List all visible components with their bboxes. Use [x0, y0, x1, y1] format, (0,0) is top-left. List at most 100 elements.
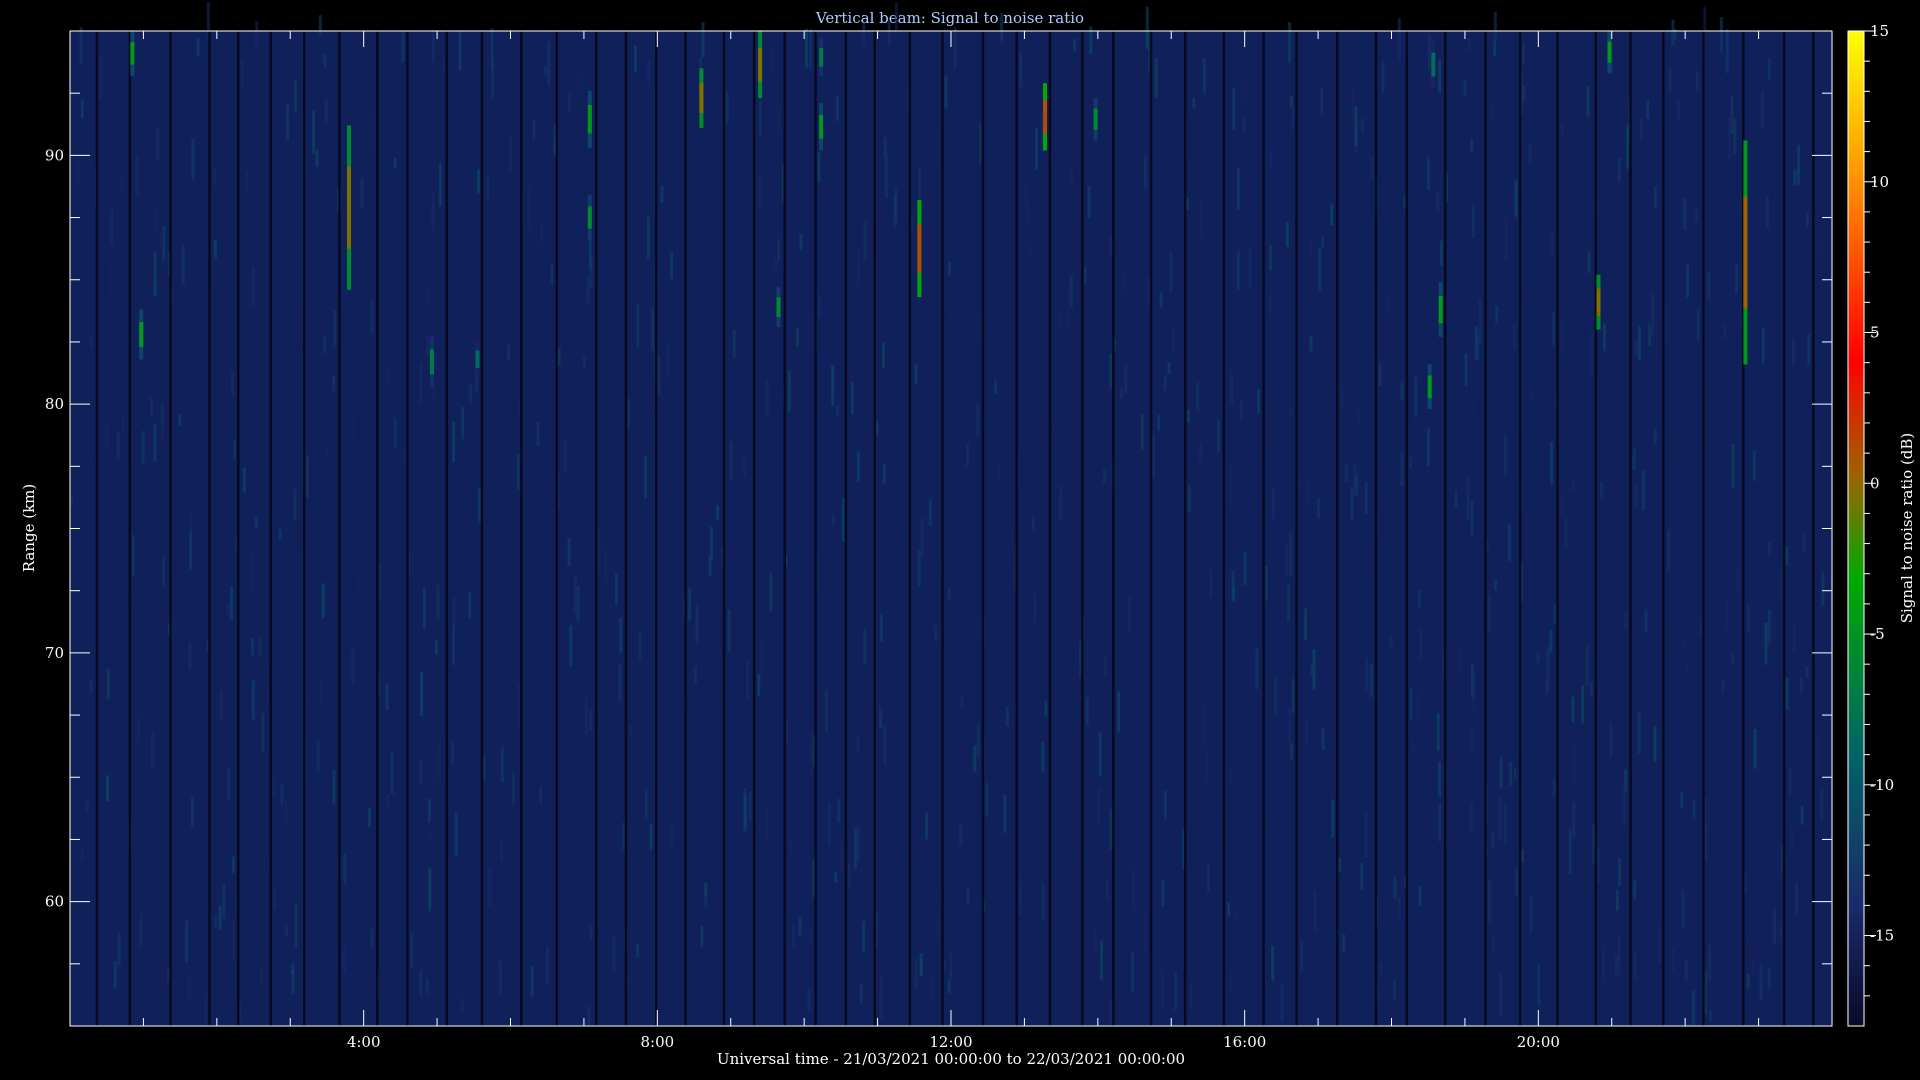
- noise-speck: [701, 22, 705, 58]
- noise-speck: [390, 752, 394, 794]
- noise-speck: [1019, 51, 1023, 88]
- noise-speck: [468, 592, 472, 619]
- noise-speck: [1683, 636, 1687, 647]
- noise-speck: [276, 398, 280, 413]
- noise-speck: [438, 741, 442, 779]
- noise-speck: [428, 798, 431, 823]
- noise-speck: [1634, 485, 1638, 507]
- noise-speck: [1234, 908, 1238, 925]
- noise-speck: [189, 529, 192, 570]
- x-tick-label: 20:00: [1517, 1033, 1560, 1051]
- noise-speck: [1504, 217, 1508, 261]
- noise-speck: [255, 21, 259, 51]
- noise-speck: [211, 905, 215, 919]
- noise-speck: [1513, 769, 1517, 780]
- noise-speck: [1653, 428, 1657, 445]
- noise-speck: [825, 690, 828, 733]
- data-gap: [376, 31, 379, 1026]
- noise-speck: [1549, 629, 1553, 653]
- noise-speck: [431, 30, 435, 63]
- y-tick-label: 60: [45, 893, 64, 911]
- noise-speck: [1566, 384, 1570, 429]
- noise-speck: [998, 461, 1001, 482]
- data-gap: [1702, 31, 1705, 1026]
- noise-speck: [583, 926, 587, 947]
- noise-speck: [1791, 339, 1795, 365]
- noise-speck: [883, 725, 887, 765]
- noise-speck: [1471, 396, 1475, 419]
- x-axis-label: Universal time - 21/03/2021 00:00:00 to …: [717, 1050, 1185, 1068]
- noise-speck: [1006, 42, 1010, 87]
- noise-speck: [450, 741, 454, 764]
- noise-speck: [1586, 86, 1590, 117]
- noise-speck: [438, 163, 442, 207]
- noise-speck: [419, 362, 423, 404]
- noise-speck: [155, 127, 159, 162]
- noise-speck: [387, 370, 391, 380]
- noise-speck: [543, 65, 547, 76]
- noise-speck: [1070, 169, 1074, 185]
- noise-speck: [1419, 627, 1423, 661]
- data-gap: [908, 31, 912, 1026]
- data-gap: [128, 31, 132, 1026]
- noise-speck: [746, 661, 749, 701]
- noise-speck: [1474, 249, 1478, 261]
- noise-speck: [1354, 106, 1358, 146]
- noise-speck: [1471, 663, 1474, 699]
- noise-speck: [1730, 95, 1734, 135]
- noise-speck: [1206, 864, 1210, 892]
- noise-speck: [1161, 879, 1165, 907]
- data-gap: [783, 31, 786, 1026]
- data-gap: [624, 31, 628, 1026]
- noise-speck: [262, 856, 266, 872]
- noise-speck: [691, 282, 695, 310]
- noise-speck: [947, 979, 951, 994]
- noise-speck: [1618, 858, 1621, 886]
- noise-speck: [1667, 630, 1670, 654]
- noise-speck: [1240, 78, 1244, 107]
- noise-speck: [1159, 292, 1163, 308]
- noise-speck: [434, 639, 438, 655]
- noise-speck: [162, 555, 166, 586]
- noise-speck: [1338, 857, 1342, 873]
- noise-speck: [1439, 240, 1443, 266]
- noise-speck: [1800, 677, 1803, 693]
- noise-speck: [1094, 59, 1098, 80]
- noise-speck: [841, 498, 845, 542]
- noise-speck: [1322, 193, 1326, 219]
- echo-core: [347, 166, 351, 249]
- plot-area: [69, 2, 1833, 1027]
- noise-speck: [1753, 729, 1757, 769]
- noise-speck: [145, 778, 148, 796]
- noise-speck: [1436, 191, 1440, 211]
- noise-speck: [204, 993, 207, 1025]
- noise-speck: [1414, 377, 1418, 417]
- noise-speck: [426, 336, 430, 355]
- noise-speck: [1000, 12, 1004, 44]
- noise-speck: [836, 95, 839, 122]
- data-gap: [1222, 31, 1226, 1026]
- noise-speck: [937, 129, 941, 164]
- noise-speck: [1231, 570, 1235, 602]
- noise-speck: [817, 295, 821, 318]
- noise-speck: [1386, 295, 1389, 312]
- noise-speck: [89, 337, 93, 348]
- noise-speck: [573, 574, 577, 615]
- data-gap: [169, 31, 172, 1026]
- noise-speck: [1514, 180, 1518, 217]
- noise-speck: [857, 827, 860, 861]
- echo-core: [1743, 196, 1748, 309]
- noise-speck: [1708, 944, 1711, 980]
- noise-speck: [1797, 144, 1801, 186]
- noise-speck: [1731, 653, 1735, 664]
- noise-speck: [629, 725, 633, 738]
- noise-speck: [919, 953, 923, 976]
- data-gap: [95, 31, 99, 1026]
- noise-speck: [1291, 106, 1295, 128]
- noise-speck: [644, 455, 647, 499]
- noise-speck: [1173, 584, 1177, 601]
- noise-speck: [1733, 118, 1737, 155]
- noise-speck: [460, 998, 464, 1011]
- noise-speck: [121, 414, 125, 433]
- noise-speck: [1487, 594, 1491, 633]
